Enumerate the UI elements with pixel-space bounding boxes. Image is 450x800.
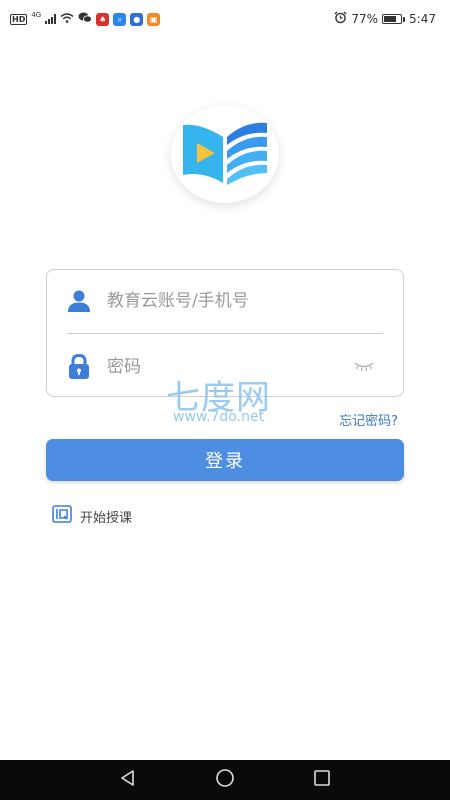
- network-type: 4G: [31, 11, 42, 19]
- shop-app-icon: ▣: [147, 12, 161, 26]
- status-left: HD 4G ♠ ⌕ ● ▣: [10, 11, 161, 26]
- wechat-icon: [78, 12, 93, 26]
- account-input[interactable]: [105, 290, 349, 312]
- status-right: 77% 5:47: [334, 11, 436, 27]
- form-divider: [67, 333, 383, 334]
- user-icon: [67, 288, 91, 314]
- start-teaching-link[interactable]: 开始授课: [52, 505, 132, 527]
- login-button[interactable]: 登录: [46, 439, 404, 481]
- system-nav-bar: [0, 760, 450, 800]
- recent-apps-icon[interactable]: [313, 769, 331, 791]
- wifi-icon: [60, 12, 74, 26]
- signal-icon: [45, 14, 57, 24]
- lock-icon: [67, 354, 91, 380]
- start-teaching-label: 开始授课: [80, 510, 133, 526]
- back-icon[interactable]: [119, 769, 137, 791]
- hd-indicator: HD: [10, 13, 28, 25]
- battery-icon: [382, 14, 406, 24]
- watermark-url: www.7do.net: [173, 409, 265, 425]
- home-icon[interactable]: [215, 768, 235, 792]
- sa-app-icon: ♠: [96, 12, 110, 26]
- clock: 5:47: [409, 12, 436, 26]
- search-app-icon: ⌕: [113, 12, 127, 26]
- alarm-icon: [334, 11, 347, 27]
- eye-closed-icon[interactable]: [353, 358, 375, 372]
- account-row: [47, 270, 403, 332]
- battery-percent: 77%: [351, 12, 379, 26]
- status-bar: HD 4G ♠ ⌕ ● ▣ 77% 5:47: [0, 0, 450, 38]
- app-logo: [171, 105, 279, 203]
- pin-app-icon: ●: [130, 12, 144, 26]
- forgot-password-link[interactable]: 忘记密码?: [339, 410, 398, 429]
- teach-logo-icon: [52, 505, 72, 527]
- book-logo-icon: [183, 122, 267, 185]
